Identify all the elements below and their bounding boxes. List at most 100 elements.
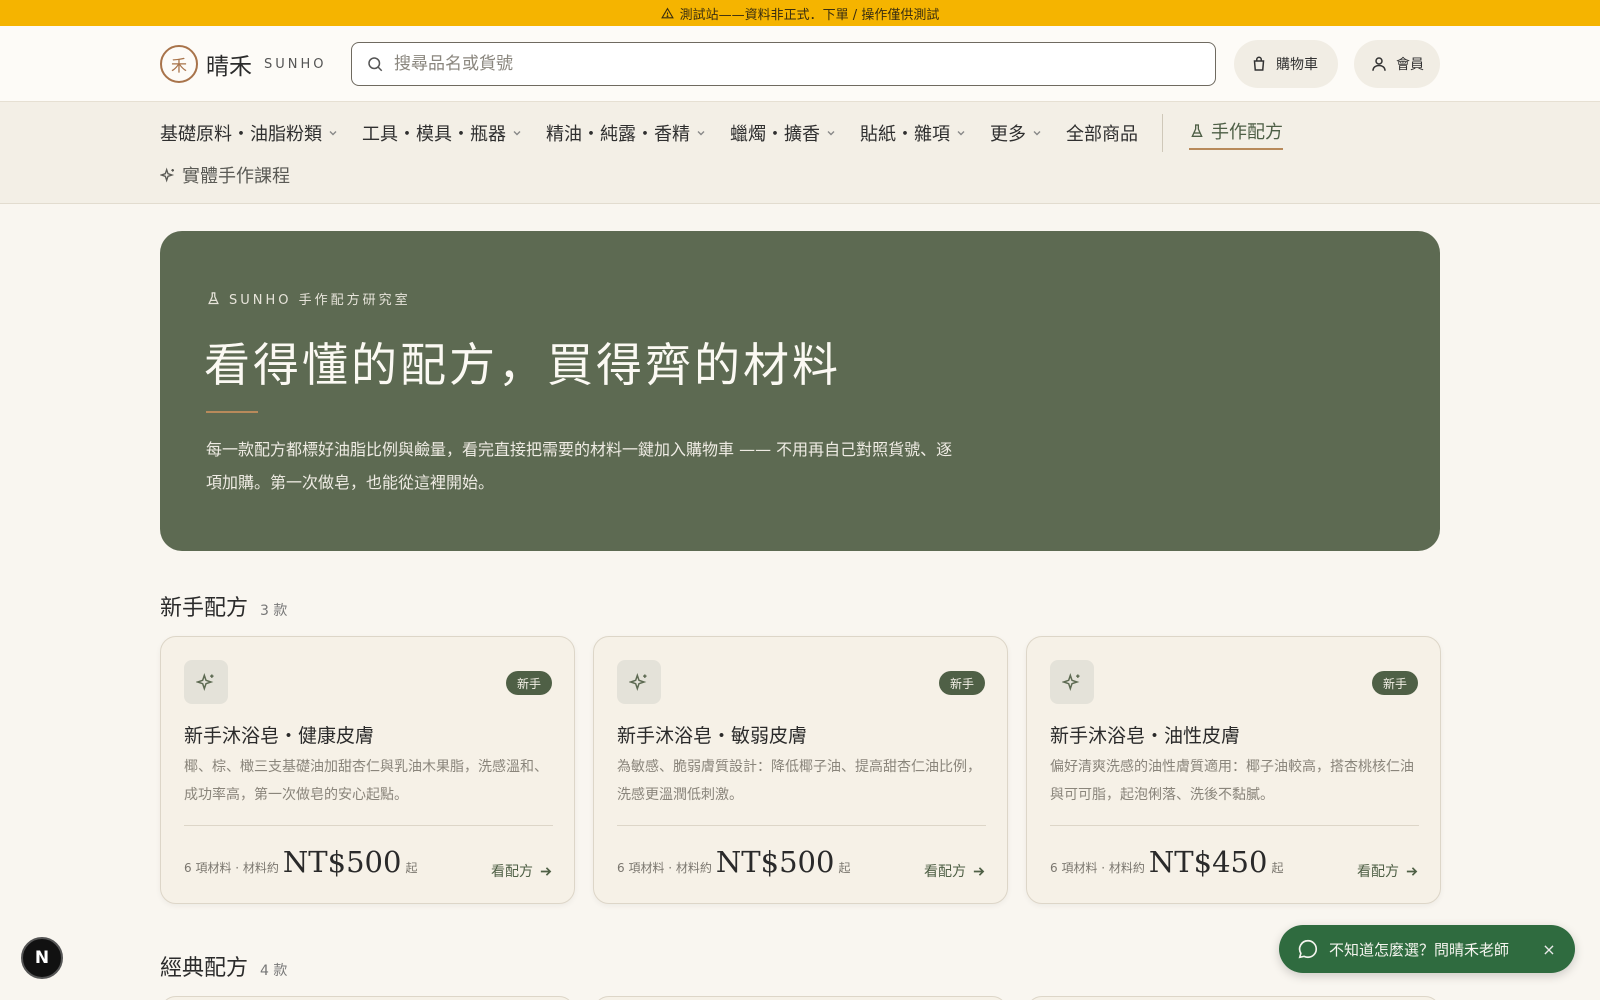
section-count: 4 款 xyxy=(260,963,288,979)
chevron-down-icon xyxy=(1033,131,1041,136)
card-description: 偏好清爽洗感的油性膚質適用：椰子油較高，搭杏桃核仁油與可可脂，起泡俐落、洗後不黏… xyxy=(1050,759,1414,803)
site-header: 禾 晴禾 SUNHO 購物車 會員 xyxy=(0,26,1600,102)
card-price-suffix: 起 xyxy=(405,861,418,875)
card-description: 椰、棕、橄三支基礎油加甜杏仁與乳油木果脂，洗感溫和、成功率高，第一次做皂的安心起… xyxy=(184,759,548,803)
nav-item-courses[interactable]: 實體手作課程 xyxy=(160,160,290,190)
nav-item-all-products[interactable]: 全部商品 xyxy=(1066,116,1138,150)
card-price-row: 6 項材料 · 材料約 NT$450 起 xyxy=(1050,845,1283,879)
nav-item-label: 蠟燭・擴香 xyxy=(730,124,820,145)
recipe-card-partial xyxy=(160,996,575,1000)
recipe-card[interactable]: 新手 新手沐浴皂・油性皮膚 偏好清爽洗感的油性膚質適用：椰子油較高，搭杏桃核仁油… xyxy=(1026,636,1441,904)
nav-item-more[interactable]: 更多 xyxy=(990,116,1042,150)
member-button[interactable]: 會員 xyxy=(1354,40,1440,88)
warning-icon xyxy=(660,7,674,18)
section-header-beginner: 新手配方 3 款 xyxy=(160,590,287,622)
hero-divider xyxy=(206,411,258,413)
nav-item-recipes[interactable]: 手作配方 xyxy=(1189,116,1283,150)
section-header-classic: 經典配方 4 款 xyxy=(160,950,287,982)
card-price: NT$500 xyxy=(282,845,402,879)
flask-icon xyxy=(1191,124,1203,137)
nav-item-tools[interactable]: 工具・模具・瓶器 xyxy=(362,116,522,150)
banner-text: 測試站——資料非正式．下單 / 操作僅供測試 xyxy=(679,7,940,23)
recipe-card[interactable]: 新手 新手沐浴皂・健康皮膚 椰、棕、橄三支基礎油加甜杏仁與乳油木果脂，洗感溫和、… xyxy=(160,636,575,904)
card-icon-box xyxy=(617,660,661,704)
cart-button[interactable]: 購物車 xyxy=(1234,40,1338,88)
card-price-row: 6 項材料 · 材料約 NT$500 起 xyxy=(617,845,850,879)
card-price: NT$500 xyxy=(715,845,835,879)
chevron-down-icon xyxy=(957,131,965,136)
nav-item-label: 更多 xyxy=(990,124,1026,145)
card-price-suffix: 起 xyxy=(1271,861,1284,875)
view-recipe-label: 看配方 xyxy=(491,864,533,880)
view-recipe-link[interactable]: 看配方 xyxy=(1357,861,1418,881)
view-recipe-label: 看配方 xyxy=(924,864,966,880)
level-badge: 新手 xyxy=(938,671,985,695)
card-meta: 6 項材料 · 材料約 xyxy=(617,861,712,875)
nav-item-label: 全部商品 xyxy=(1066,124,1138,145)
dev-tools-badge[interactable]: N xyxy=(21,937,63,979)
hero-eyebrow: SUNHO 手作配方研究室 xyxy=(206,289,411,308)
nav-item-label: 工具・模具・瓶器 xyxy=(362,124,506,145)
level-badge: 新手 xyxy=(1371,671,1418,695)
ask-teacher-label: 不知道怎麼選？問晴禾老師 xyxy=(1329,940,1510,959)
logo-text-cn: 晴禾 xyxy=(206,54,252,80)
nav-item-essential-oils[interactable]: 精油・純露・香精 xyxy=(546,116,706,150)
chevron-down-icon xyxy=(827,131,835,136)
close-icon[interactable]: × xyxy=(1539,939,1559,959)
recipe-card-partial xyxy=(593,996,1008,1000)
recipe-card-partial xyxy=(1026,996,1441,1000)
nav-item-label: 基礎原料・油脂粉類 xyxy=(160,124,322,145)
card-divider xyxy=(617,825,986,826)
card-meta: 6 項材料 · 材料約 xyxy=(184,861,279,875)
search-bar xyxy=(351,42,1216,86)
ask-teacher-button[interactable]: 不知道怎麼選？問晴禾老師 × xyxy=(1279,925,1575,973)
card-price-row: 6 項材料 · 材料約 NT$500 起 xyxy=(184,845,417,879)
chevron-down-icon xyxy=(329,131,337,136)
nav-item-label: 實體手作課程 xyxy=(182,166,290,187)
flask-icon xyxy=(208,292,219,305)
category-nav: 基礎原料・油脂粉類 工具・模具・瓶器 精油・純露・香精 蠟燭・擴香 貼紙・雜項 … xyxy=(0,102,1600,204)
nav-item-label: 手作配方 xyxy=(1211,122,1283,143)
search-input[interactable] xyxy=(394,54,1174,74)
section-title: 經典配方 xyxy=(160,956,249,981)
nav-item-base-materials[interactable]: 基礎原料・油脂粉類 xyxy=(160,116,338,150)
sparkles-icon xyxy=(160,167,175,183)
nav-item-label: 精油・純露・香精 xyxy=(546,124,690,145)
level-badge: 新手 xyxy=(505,671,552,695)
sparkles-icon xyxy=(629,672,647,692)
section-title: 新手配方 xyxy=(160,596,249,621)
nav-divider xyxy=(1162,114,1163,152)
arrow-right-icon xyxy=(1406,866,1418,876)
nav-item-stickers[interactable]: 貼紙・雜項 xyxy=(860,116,966,150)
hero-title: 看得懂的配方，買得齊的材料 xyxy=(204,338,841,392)
user-icon xyxy=(1372,57,1386,71)
arrow-right-icon xyxy=(540,866,552,876)
card-description: 為敏感、脆弱膚質設計：降低椰子油、提高甜杏仁油比例，洗感更溫潤低刺激。 xyxy=(617,759,981,803)
sparkles-icon xyxy=(1062,672,1080,692)
nav-item-label: 貼紙・雜項 xyxy=(860,124,950,145)
section-count: 3 款 xyxy=(260,603,288,619)
nav-item-candles[interactable]: 蠟燭・擴香 xyxy=(730,116,836,150)
search-icon xyxy=(368,57,383,72)
card-title: 新手沐浴皂・敏弱皮膚 xyxy=(617,725,808,747)
view-recipe-label: 看配方 xyxy=(1357,864,1399,880)
sparkles-icon xyxy=(196,672,214,692)
member-label: 會員 xyxy=(1396,57,1424,73)
hero-eyebrow-text: SUNHO 手作配方研究室 xyxy=(229,293,411,308)
chevron-down-icon xyxy=(697,131,705,136)
nav-row-main: 基礎原料・油脂粉類 工具・模具・瓶器 精油・純露・香精 蠟燭・擴香 貼紙・雜項 … xyxy=(160,114,1307,152)
card-icon-box xyxy=(184,660,228,704)
chat-bubble-icon xyxy=(1298,939,1317,959)
card-price-suffix: 起 xyxy=(838,861,851,875)
card-divider xyxy=(184,825,553,826)
cart-label: 購物車 xyxy=(1276,57,1318,73)
recipe-card[interactable]: 新手 新手沐浴皂・敏弱皮膚 為敏感、脆弱膚質設計：降低椰子油、提高甜杏仁油比例，… xyxy=(593,636,1008,904)
logo-mark: 禾 xyxy=(160,45,198,83)
card-icon-box xyxy=(1050,660,1094,704)
card-divider xyxy=(1050,825,1419,826)
hero-description: 每一款配方都標好油脂比例與鹼量，看完直接把需要的材料一鍵加入購物車 —— 不用再… xyxy=(206,440,953,492)
view-recipe-link[interactable]: 看配方 xyxy=(491,861,552,881)
view-recipe-link[interactable]: 看配方 xyxy=(924,861,985,881)
site-logo[interactable]: 禾 晴禾 SUNHO xyxy=(160,45,327,83)
card-price: NT$450 xyxy=(1148,845,1268,879)
